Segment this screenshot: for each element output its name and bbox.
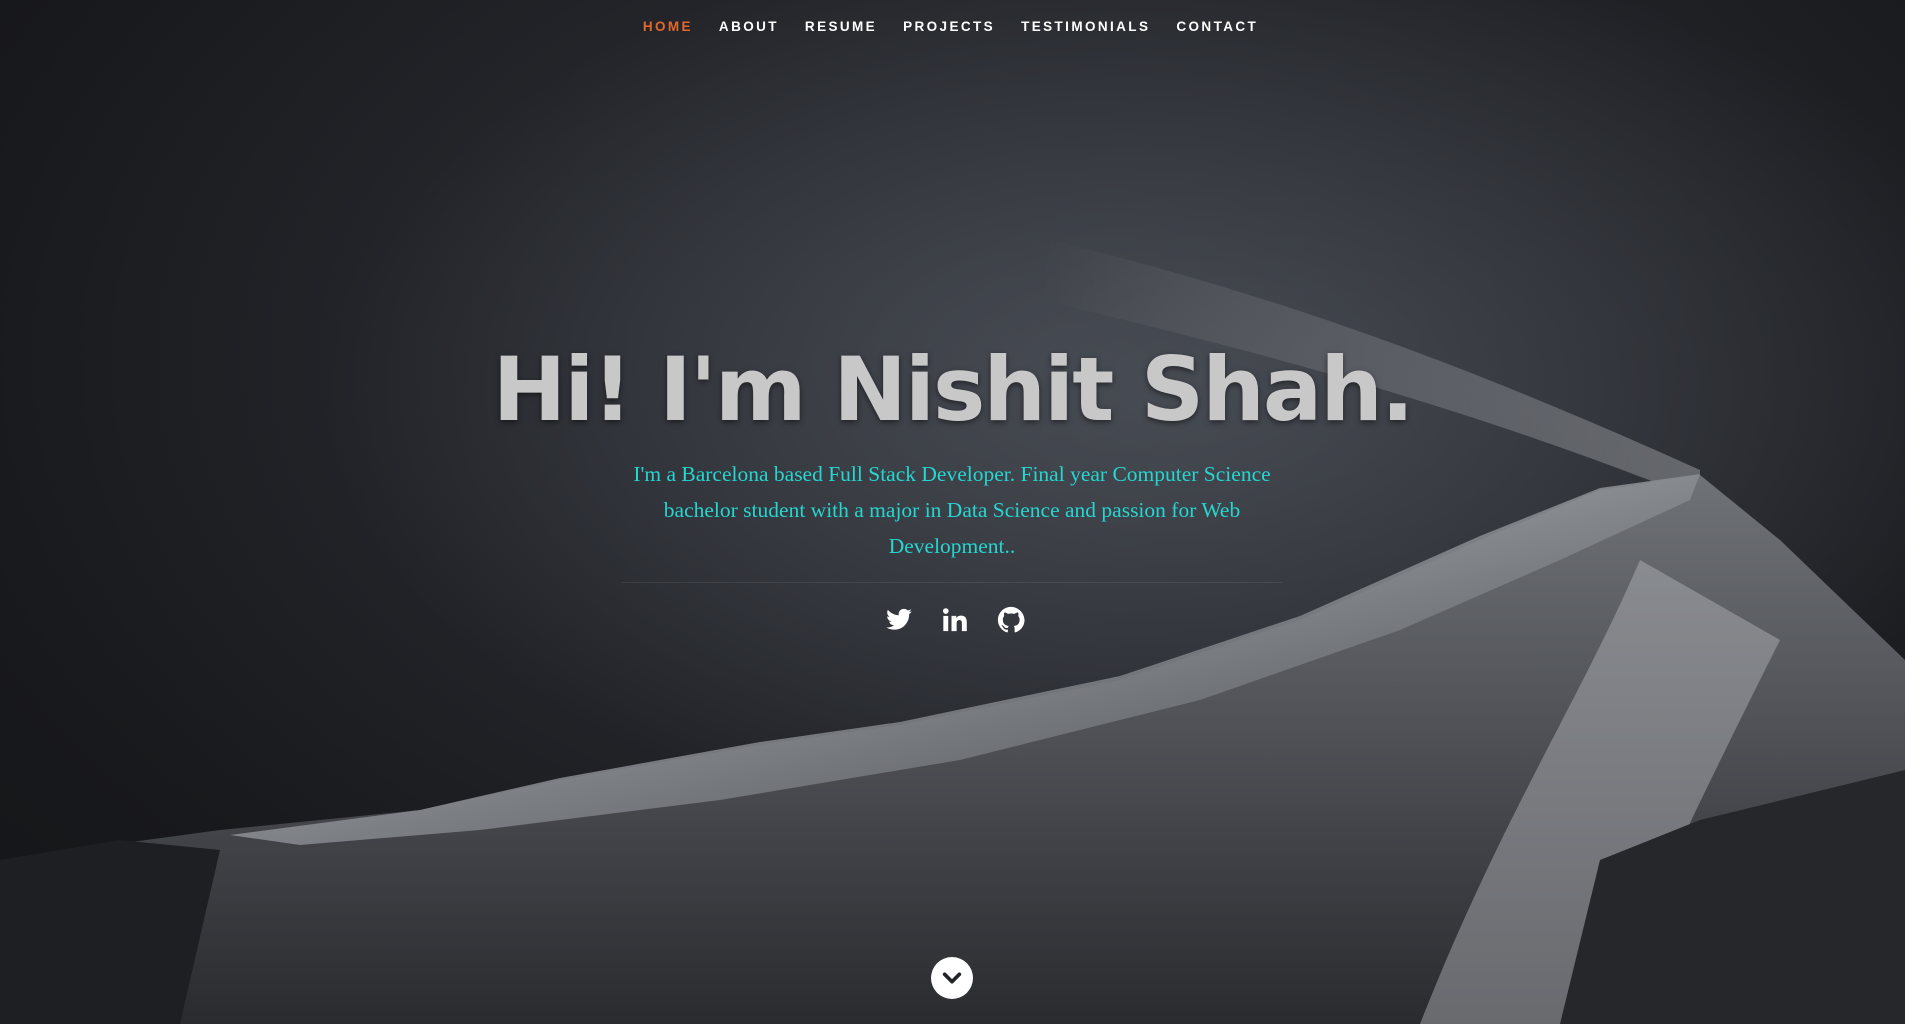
nav-resume-link[interactable]: RESUME xyxy=(792,18,890,36)
github-link[interactable] xyxy=(997,606,1025,634)
main-navigation: HOME ABOUT RESUME PROJECTS TESTIMONIALS … xyxy=(0,18,1903,36)
hero-section: HOME ABOUT RESUME PROJECTS TESTIMONIALS … xyxy=(0,0,1905,1024)
github-icon xyxy=(997,606,1025,633)
nav-home-link[interactable]: HOME xyxy=(630,18,706,36)
nav-testimonials-link[interactable]: TESTIMONIALS xyxy=(1008,18,1163,36)
linkedin-link[interactable] xyxy=(941,606,969,634)
nav-projects-link[interactable]: PROJECTS xyxy=(890,18,1008,36)
twitter-link[interactable] xyxy=(885,606,913,634)
linkedin-icon xyxy=(942,608,967,632)
twitter-icon xyxy=(885,608,912,630)
hero-intro-text: I'm a Barcelona based Full Stack Develop… xyxy=(633,462,1271,558)
scroll-down-button[interactable] xyxy=(931,957,973,999)
chevron-down-icon xyxy=(942,972,962,984)
social-links xyxy=(2,606,1905,634)
hero-headline: Hi! I'm Nishit Shah. xyxy=(492,338,1415,441)
nav-contact-link[interactable]: CONTACT xyxy=(1163,18,1271,36)
hero-divider xyxy=(622,582,1282,583)
nav-about-link[interactable]: ABOUT xyxy=(706,18,792,36)
